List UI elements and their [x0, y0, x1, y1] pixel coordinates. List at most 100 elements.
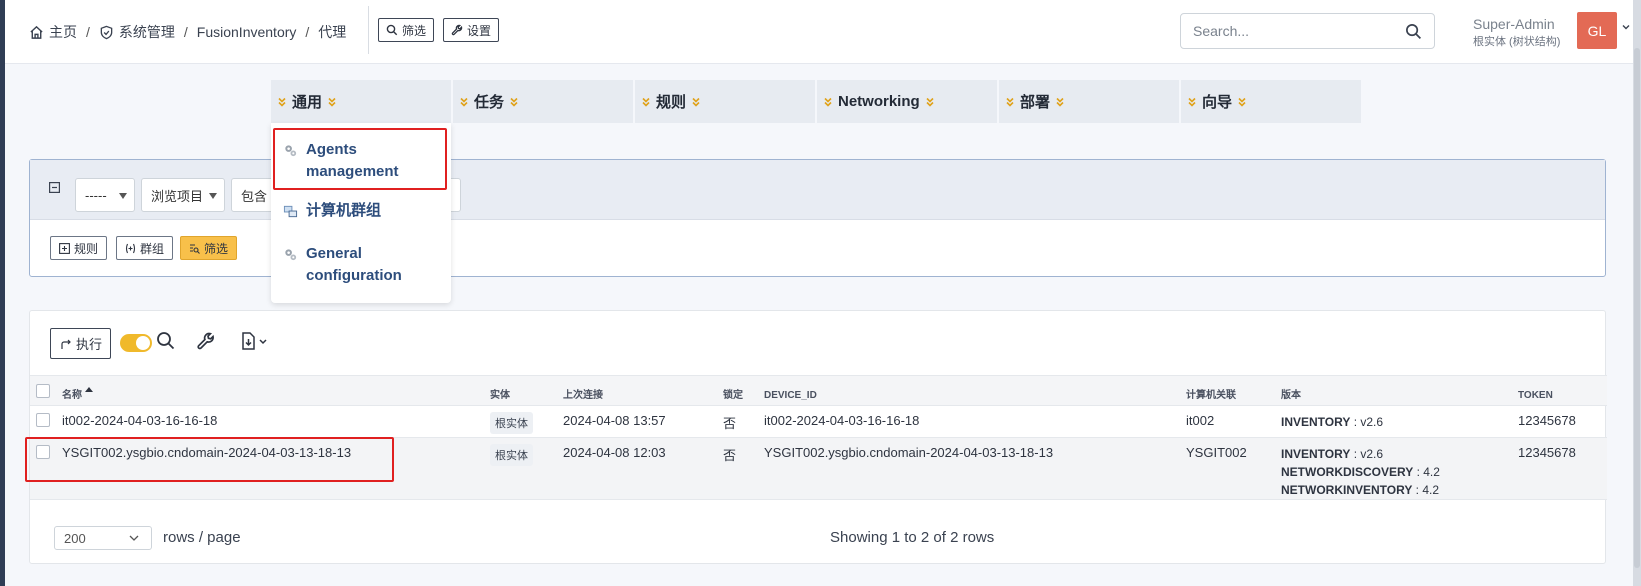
- column-header-name[interactable]: 名称: [62, 375, 490, 406]
- browse-select[interactable]: 浏览项目: [141, 178, 225, 212]
- avatar[interactable]: GL: [1577, 12, 1617, 49]
- menu-item-label: Agents management: [306, 141, 399, 180]
- search-icon[interactable]: [156, 331, 176, 351]
- gears-icon: [285, 249, 297, 261]
- user-name[interactable]: Super-Admin: [1473, 16, 1555, 32]
- breadcrumb-plugin[interactable]: FusionInventory: [197, 24, 297, 40]
- double-chevron-down-icon: [642, 97, 650, 107]
- tab-wizard[interactable]: 向导: [1181, 80, 1361, 123]
- search-input[interactable]: [1193, 22, 1393, 40]
- breadcrumb-separator: /: [86, 24, 90, 40]
- operator-select-value: 包含: [241, 188, 268, 204]
- scrollbar-thumb[interactable]: [1634, 48, 1640, 568]
- menu-item-general-configuration[interactable]: General configuration: [271, 243, 451, 287]
- double-chevron-down-icon: [328, 97, 336, 107]
- double-chevron-down-icon: [926, 97, 934, 107]
- version-entry: NETWORKINVENTORY : 4.2: [1281, 483, 1440, 497]
- wrench-icon[interactable]: [196, 331, 216, 351]
- filter-search-icon: [190, 243, 200, 254]
- entity-badge: 根实体: [490, 412, 533, 434]
- showing-rows-text: Showing 1 to 2 of 2 rows: [830, 529, 995, 546]
- double-chevron-down-icon: [1238, 97, 1246, 107]
- column-header-version[interactable]: 版本: [1281, 375, 1518, 406]
- computer-link[interactable]: YSGIT002: [1186, 437, 1281, 500]
- locked-cell: 否: [723, 405, 764, 438]
- gears-icon: [285, 145, 297, 157]
- user-entity[interactable]: 根实体 (树状结构): [1473, 33, 1560, 49]
- collapse-icon[interactable]: [49, 182, 60, 193]
- breadcrumb-admin[interactable]: 系统管理: [99, 22, 175, 42]
- column-header-computer[interactable]: 计算机关联: [1186, 375, 1281, 406]
- search-filter-button[interactable]: 筛选: [180, 236, 238, 260]
- agent-name-link[interactable]: YSGIT002.ysgbio.cndomain-2024-04-03-13-1…: [62, 437, 490, 500]
- wrench-icon: [451, 24, 463, 36]
- corner-arrow-icon: [61, 339, 71, 349]
- execute-label: 执行: [76, 337, 103, 352]
- tab-deploy[interactable]: 部署: [999, 80, 1179, 123]
- breadcrumb-separator: /: [183, 24, 188, 40]
- global-search[interactable]: [1180, 13, 1435, 49]
- column-header-device-id[interactable]: DEVICE_ID: [764, 375, 1186, 406]
- tab-networking[interactable]: Networking: [817, 80, 997, 123]
- execute-button[interactable]: 执行: [50, 328, 112, 359]
- breadcrumb-home[interactable]: 主页: [29, 22, 77, 42]
- results-card: 执行 名称 实体 上次连接 锁定 DEVICE_ID 计算机关联 版本 TOKE…: [29, 310, 1607, 564]
- sort-asc-icon: [85, 387, 93, 392]
- table-row: it002-2024-04-03-16-16-18 根实体 2024-04-08…: [30, 405, 1607, 438]
- token-cell: 12345678: [1518, 437, 1607, 500]
- column-header-entity[interactable]: 实体: [490, 375, 563, 406]
- export-icon[interactable]: [240, 331, 270, 351]
- select-all-checkbox[interactable]: [36, 384, 50, 398]
- double-chevron-down-icon: [278, 97, 286, 107]
- row-checkbox[interactable]: [36, 413, 50, 427]
- locked-cell: 否: [723, 437, 764, 500]
- page-scrollbar[interactable]: [1633, 0, 1641, 586]
- header-settings-button[interactable]: 设置: [443, 18, 500, 42]
- last-contact-cell: 2024-04-08 13:57: [563, 405, 723, 438]
- add-rule-button[interactable]: 规则: [50, 236, 108, 260]
- search-icon[interactable]: [1405, 23, 1422, 40]
- trashbin-toggle[interactable]: [120, 334, 152, 352]
- tab-tasks[interactable]: 任务: [453, 80, 633, 123]
- field-select[interactable]: -----: [75, 178, 135, 212]
- page-size-select[interactable]: 200: [54, 526, 152, 550]
- computer-group-icon: [283, 205, 298, 218]
- chevron-down-icon: [129, 535, 139, 541]
- version-cell: INVENTORY : v2.6: [1281, 405, 1518, 438]
- double-chevron-down-icon: [460, 97, 468, 107]
- entity-badge: 根实体: [490, 444, 533, 466]
- tab-label: 部署: [1020, 94, 1051, 111]
- menu-item-agents-management[interactable]: Agents management: [271, 139, 451, 183]
- search-criteria-panel: ----- 浏览项目 包含 规则 群组 筛选: [29, 159, 1606, 277]
- version-entry: NETWORKDISCOVERY : 4.2: [1281, 465, 1440, 479]
- tab-rules[interactable]: 规则: [635, 80, 815, 123]
- menu-item-computer-groups[interactable]: 计算机群组: [271, 200, 451, 222]
- header-filter-button[interactable]: 筛选: [378, 18, 435, 42]
- home-icon: [30, 25, 43, 39]
- tab-label: 向导: [1202, 94, 1233, 111]
- column-header-locked[interactable]: 锁定: [723, 375, 764, 406]
- tab-label: 规则: [656, 94, 687, 111]
- tab-label: Networking: [838, 93, 920, 110]
- computer-link[interactable]: it002: [1186, 405, 1281, 438]
- tab-general[interactable]: 通用: [271, 80, 451, 123]
- column-header-last-contact[interactable]: 上次连接: [563, 375, 723, 406]
- column-header-token[interactable]: TOKEN: [1518, 375, 1607, 406]
- chevron-down-icon[interactable]: [1621, 22, 1631, 32]
- browse-select-value: 浏览项目: [151, 188, 204, 204]
- double-chevron-down-icon: [1188, 97, 1196, 107]
- toggle-knob: [136, 336, 150, 350]
- row-checkbox[interactable]: [36, 445, 50, 459]
- breadcrumb-current[interactable]: 代理: [318, 22, 346, 42]
- breadcrumb-separator: /: [305, 24, 310, 40]
- agents-table: 名称 实体 上次连接 锁定 DEVICE_ID 计算机关联 版本 TOKEN i…: [30, 375, 1607, 500]
- add-group-button[interactable]: 群组: [116, 236, 174, 260]
- plugin-menu-tabs: 通用 任务 规则 Networking 部署 向导: [271, 80, 1361, 123]
- add-group-label: 群组: [140, 241, 165, 256]
- add-rule-label: 规则: [74, 241, 99, 256]
- agent-name-link[interactable]: it002-2024-04-03-16-16-18: [62, 405, 490, 438]
- row-checkbox-cell: [30, 437, 62, 500]
- double-chevron-down-icon: [824, 97, 832, 107]
- device-id-cell: it002-2024-04-03-16-16-18: [764, 405, 1186, 438]
- search-filter-label: 筛选: [204, 241, 229, 256]
